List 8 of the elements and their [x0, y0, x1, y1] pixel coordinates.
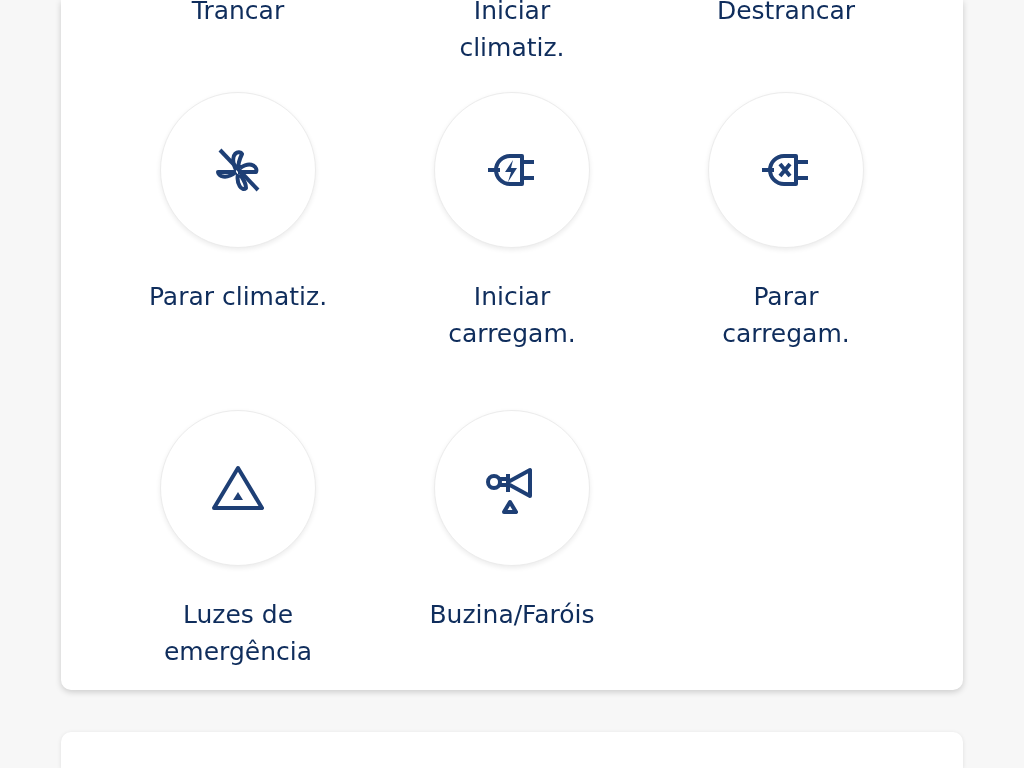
action-label: Destrancar: [716, 0, 856, 27]
action-label: Buzina/Faróis: [429, 599, 595, 631]
action-label: Iniciar carregam.: [447, 281, 577, 350]
action-label: Luzes de emergência: [162, 599, 314, 668]
action-label: Parar climatiz.: [148, 281, 328, 313]
action-label: Iniciar climatiz.: [458, 0, 566, 64]
action-label: Parar carregam.: [721, 281, 851, 350]
action-label: Trancar: [191, 0, 285, 27]
